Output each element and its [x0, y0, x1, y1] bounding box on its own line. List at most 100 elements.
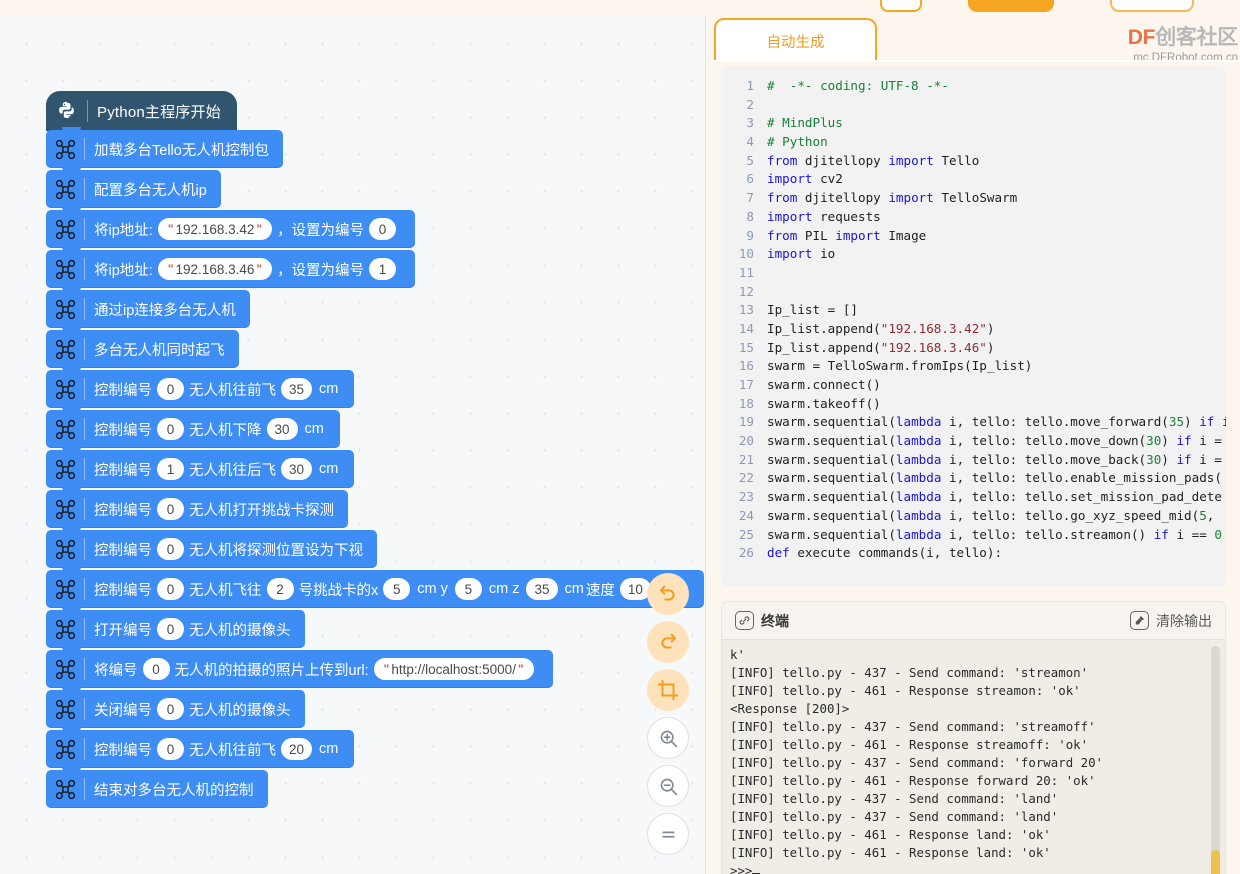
code-lines: 1 # -*- coding: UTF-8 -*- 2 3 # MindPlus 4 # P… — [721, 67, 1226, 587]
block-statement[interactable]: 配置多台无人机ip — [46, 167, 221, 208]
block-statement[interactable]: 将编号 0 无人机的拍摄的照片上传到url: " http://localhost:50… — [46, 647, 553, 688]
block-statement[interactable]: 通过ip连接多台无人机 — [46, 287, 250, 328]
code-line-number: 15 — [738, 339, 754, 355]
zoom-out-button[interactable] — [647, 765, 689, 807]
block-number-field[interactable]: 30 — [266, 418, 298, 440]
hat-block-python-main[interactable]: Python主程序开始 — [46, 91, 237, 131]
block-number-field[interactable]: 5 — [454, 578, 482, 600]
block-number-field[interactable]: 35 — [281, 378, 313, 400]
block-number-field[interactable]: 30 — [281, 458, 313, 480]
block-statement[interactable]: 关闭编号 0 无人机的摄像头 — [46, 687, 305, 728]
redo-button[interactable] — [647, 621, 689, 663]
block-statement[interactable]: 控制编号 0 无人机打开挑战卡探测 — [46, 487, 348, 528]
drone-icon — [55, 139, 76, 159]
block-label: 将编号 — [94, 662, 138, 679]
code-line: 25 swarm.sequential(lambda i, tello: tell… — [721, 526, 1226, 545]
block-statement[interactable]: 结束对多台无人机的控制 — [46, 767, 268, 808]
code-line-text: swarm.sequential(lambda i, tello: tello.… — [767, 526, 1222, 542]
block-number-field[interactable]: 1 — [157, 458, 184, 480]
drone-icon — [55, 259, 76, 279]
center-blocks-button[interactable] — [647, 669, 689, 711]
block-number-field[interactable]: 0 — [157, 538, 184, 560]
drone-icon — [55, 779, 76, 799]
code-line-number: 18 — [738, 395, 754, 411]
block-statement[interactable]: 控制编号 0 无人机往前飞 35 cm — [46, 367, 355, 408]
terminal-scrollbar[interactable] — [1211, 646, 1220, 874]
block-text-field[interactable]: " 192.168.3.42 " — [157, 218, 273, 240]
block-number-field[interactable]: 0 — [157, 698, 184, 720]
terminal-scrollbar-thumb[interactable] — [1211, 850, 1220, 874]
block-statement[interactable]: 多台无人机同时起飞 — [46, 327, 239, 368]
block-unit: cm — [319, 381, 339, 397]
block-label: 打开编号 — [94, 622, 152, 639]
block-separator — [84, 378, 85, 400]
blocks-workspace[interactable]: Python主程序开始 加载多台Tello无人机控制包 配置多台无人机ip 将ip地… — [0, 15, 706, 874]
block-statement[interactable]: 控制编号 1 无人机往后飞 30 cm — [46, 447, 355, 488]
block-label: 控制编号 — [94, 502, 152, 519]
code-line: 11 — [721, 264, 1226, 283]
zoom-reset-button[interactable] — [647, 813, 689, 855]
block-statement[interactable]: 打开编号 0 无人机的摄像头 — [46, 607, 305, 648]
code-line-number: 9 — [746, 227, 754, 243]
block-number-field[interactable]: 2 — [266, 578, 294, 600]
code-line: 24 swarm.sequential(lambda i, tello: tell… — [721, 507, 1226, 526]
zoom-in-icon — [660, 730, 677, 747]
block-number-field[interactable]: 0 — [369, 218, 397, 240]
code-line: 8 import requests — [721, 208, 1226, 227]
code-line-number: 2 — [746, 96, 754, 112]
toolbar-button-outline[interactable] — [1110, 0, 1194, 12]
drone-icon — [55, 659, 76, 679]
block-text-field[interactable]: " 192.168.3.46 " — [157, 258, 273, 280]
block-label: 控制编号 — [94, 582, 152, 599]
block-number-field[interactable]: 20 — [281, 738, 313, 760]
block-number-field[interactable]: 0 — [142, 658, 170, 680]
block-number-field[interactable]: 0 — [157, 498, 184, 520]
code-line-number: 26 — [738, 545, 754, 561]
workspace-controls — [647, 573, 691, 861]
block-separator — [84, 178, 85, 200]
block-statement[interactable]: 控制编号 0 无人机将探测位置设为下视 — [46, 527, 377, 568]
tab-auto-generate[interactable]: 自动生成 — [714, 18, 877, 62]
toolbar-button-primary[interactable] — [968, 0, 1054, 12]
block-statement[interactable]: 加载多台Tello无人机控制包 — [46, 127, 283, 168]
block-statement[interactable]: 控制编号0无人机飞往2号挑战卡的x5cm y5cm z35cm速度10cm/s — [46, 567, 705, 608]
code-line: 2 — [721, 96, 1226, 115]
block-number-field[interactable]: 0 — [157, 578, 184, 600]
block-text-field[interactable]: " http://localhost:5000/" — [373, 658, 534, 680]
undo-button[interactable] — [647, 573, 689, 615]
tab-row: 自动生成 DF创客社区 mc.DFRobot.com.cn — [710, 15, 1240, 64]
clear-output-button[interactable]: 清除输出 — [1130, 611, 1212, 631]
code-line: 17 swarm.connect() — [721, 376, 1226, 395]
tab-label: 自动生成 — [766, 34, 825, 51]
block-number-field[interactable]: 0 — [157, 738, 184, 760]
block-number-field[interactable]: 0 — [157, 418, 184, 440]
block-unit: cm — [319, 461, 339, 477]
code-line: 3 # MindPlus — [721, 114, 1226, 133]
code-line-text: # MindPlus — [767, 115, 843, 131]
block-separator — [84, 498, 85, 520]
quote-mark: " — [167, 222, 174, 236]
code-line-number: 16 — [738, 358, 754, 374]
block-number-field[interactable]: 0 — [157, 618, 184, 640]
zoom-in-button[interactable] — [647, 717, 689, 759]
block-number-field[interactable]: 35 — [526, 578, 558, 600]
block-number-field[interactable]: 0 — [157, 378, 184, 400]
block-number-field[interactable]: 1 — [369, 258, 397, 280]
block-statement[interactable]: 控制编号 0 无人机下降 30 cm — [46, 407, 340, 448]
code-panel[interactable]: 1 # -*- coding: UTF-8 -*- 2 3 # MindPlus 4 # P… — [721, 67, 1226, 587]
block-separator — [84, 458, 85, 480]
drone-icon — [55, 739, 76, 759]
block-statement[interactable]: 将ip地址: " 192.168.3.42 " ，设置为编号 0 — [46, 207, 416, 248]
toolbar-button-small[interactable] — [880, 0, 922, 12]
block-number-field[interactable]: 5 — [383, 578, 411, 600]
quote-mark: " — [517, 662, 524, 676]
code-line-text: swarm.sequential(lambda i, tello: tello.… — [767, 451, 1222, 467]
code-line: 22 swarm.sequential(lambda i, tello: tell… — [721, 469, 1226, 488]
code-line-number: 17 — [738, 377, 754, 392]
block-label: 无人机的摄像头 — [189, 702, 291, 719]
block-label: 无人机往前飞 — [189, 382, 276, 399]
block-statement[interactable]: 控制编号 0 无人机往前飞 20 cm — [46, 727, 355, 768]
terminal-output[interactable]: k' [INFO] tello.py - 437 - Send command: … — [722, 640, 1225, 874]
block-statement[interactable]: 将ip地址: " 192.168.3.46 " ，设置为编号 1 — [46, 247, 416, 288]
